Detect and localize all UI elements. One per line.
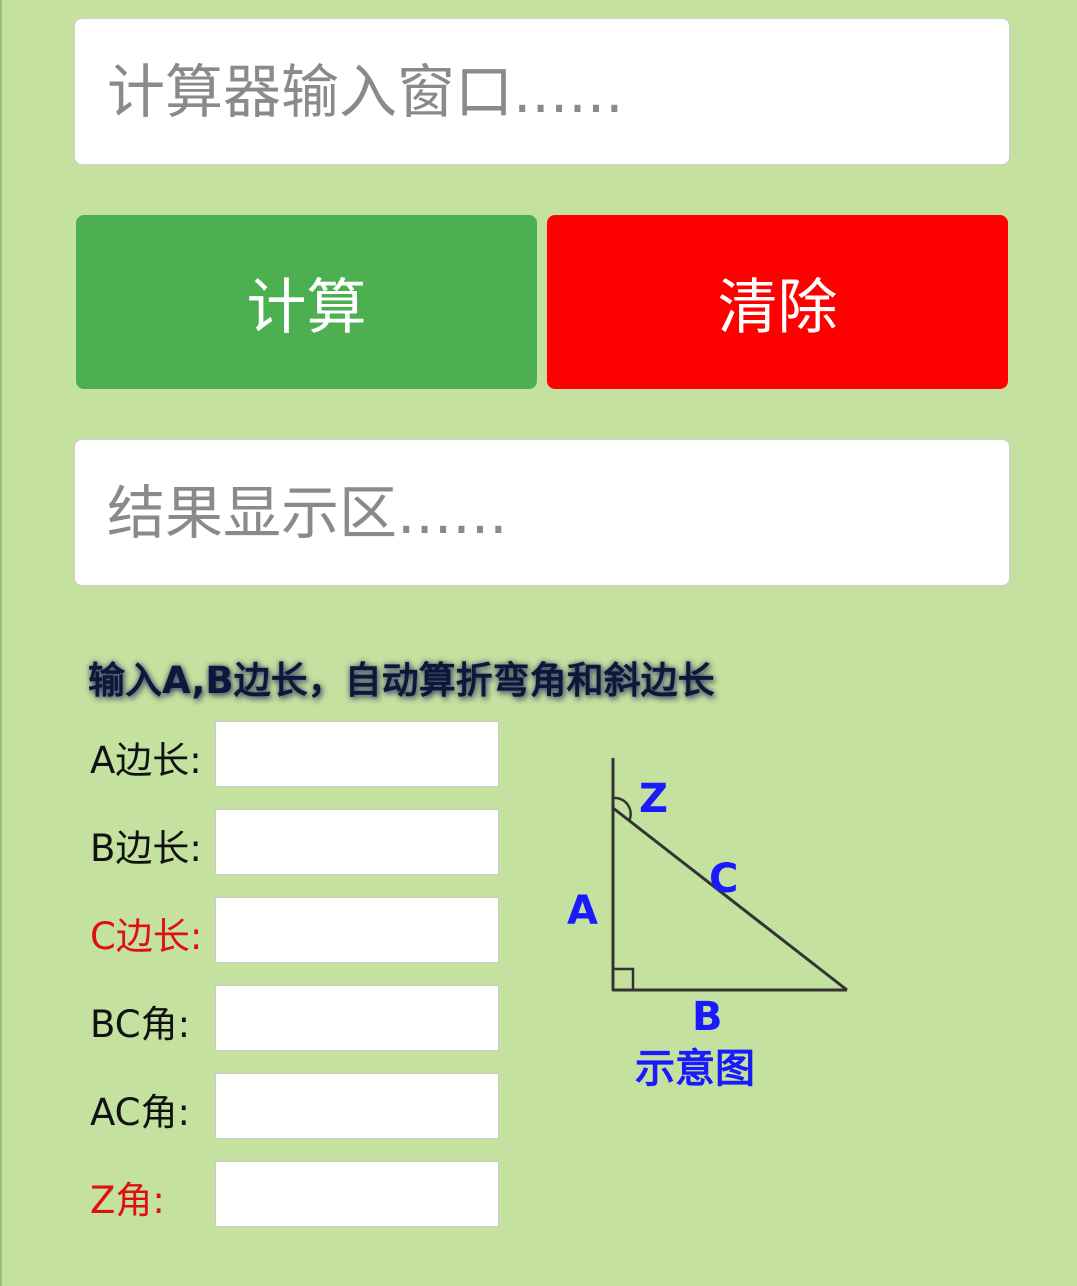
side-c-label: C边长: bbox=[90, 915, 203, 958]
side-b-label: B边长: bbox=[90, 827, 202, 870]
triangle-diagram: Z C A B 示意图 bbox=[567, 758, 848, 1092]
side-a-input[interactable] bbox=[215, 721, 499, 787]
side-a-label: A边长: bbox=[90, 739, 202, 782]
angle-z-label: Z角: bbox=[90, 1179, 165, 1222]
right-angle-marker bbox=[611, 967, 635, 992]
clear-button[interactable]: 清除 bbox=[547, 215, 1008, 389]
diagram-caption: 示意图 bbox=[635, 1046, 755, 1092]
triangle-hint: 输入A,B边长，自动算折弯角和斜边长 bbox=[88, 659, 715, 702]
label-a: A bbox=[567, 888, 598, 934]
angle-bc-label: BC角: bbox=[90, 1003, 191, 1046]
angle-ac-label: AC角: bbox=[90, 1091, 190, 1134]
angle-z-input[interactable] bbox=[215, 1161, 499, 1227]
result-display[interactable] bbox=[74, 439, 1010, 586]
angle-ac-input[interactable] bbox=[215, 1073, 499, 1139]
side-c-input[interactable] bbox=[215, 897, 499, 963]
calculator-input[interactable] bbox=[74, 18, 1010, 165]
label-b: B bbox=[692, 994, 723, 1040]
compute-button[interactable]: 计算 bbox=[76, 215, 537, 389]
label-c: C bbox=[709, 856, 738, 902]
side-b-input[interactable] bbox=[215, 809, 499, 875]
label-z: Z bbox=[639, 776, 668, 822]
angle-bc-input[interactable] bbox=[215, 985, 499, 1051]
